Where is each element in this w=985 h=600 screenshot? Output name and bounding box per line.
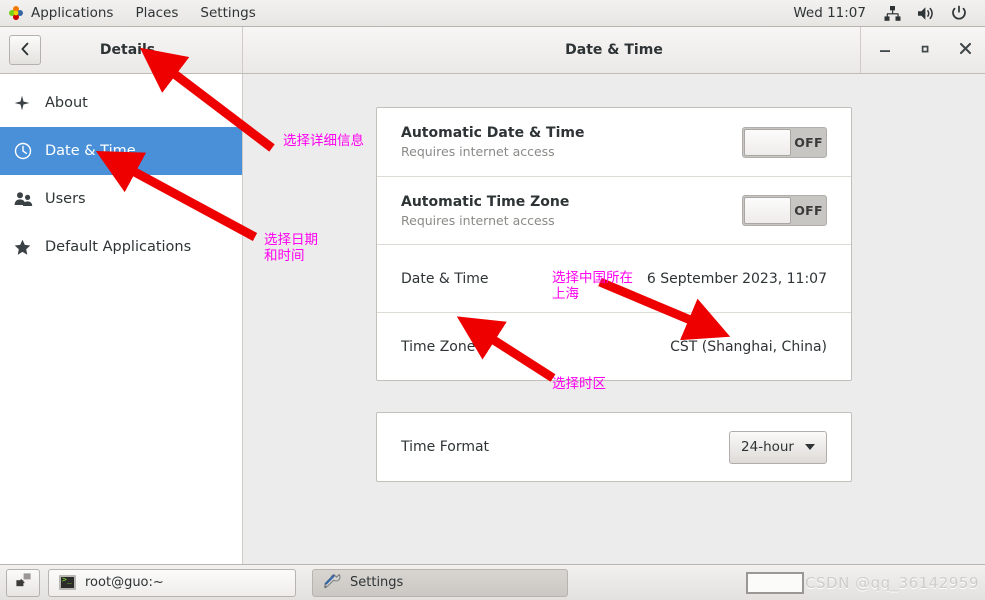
window-controls (860, 27, 985, 73)
time-format-card: Time Format 24-hour (376, 412, 852, 482)
users-icon (14, 191, 40, 207)
row-automatic-time-zone-texts: Automatic Time Zone Requires internet ac… (401, 194, 569, 228)
row-time-zone[interactable]: Time Zone CST (Shanghai, China) (377, 312, 851, 380)
top-panel-status-area: Wed 11:07 (783, 0, 985, 26)
star-icon (14, 239, 40, 256)
menu-applications-label: Applications (31, 5, 114, 21)
taskbar-item-terminal[interactable]: root@guo:~ (48, 568, 296, 597)
row-date-time-title: Date & Time (401, 270, 489, 287)
row-time-zone-value: CST (Shanghai, China) (670, 338, 827, 355)
sidebar-item-default-applications[interactable]: Default Applications (0, 223, 242, 271)
minimize-button[interactable] (865, 28, 905, 72)
row-date-time-value: 6 September 2023, 11:07 (646, 270, 827, 287)
row-automatic-date-time[interactable]: Automatic Date & Time Requires internet … (377, 108, 851, 176)
minimize-icon (878, 41, 892, 60)
clock-label[interactable]: Wed 11:07 (783, 5, 876, 21)
sidebar-item-users[interactable]: Users (0, 175, 242, 223)
toggle-automatic-time-zone-state: OFF (794, 203, 823, 218)
toggle-knob (744, 128, 791, 156)
watermark-text: CSDN @qq_36142959 (805, 573, 979, 592)
taskbar: root@guo:~ Settings CSDN @qq_36142959 (0, 564, 985, 600)
tools-icon (323, 572, 341, 593)
menu-settings-label: Settings (200, 5, 256, 21)
back-button[interactable] (9, 35, 41, 65)
menu-applications[interactable]: Applications (20, 0, 124, 26)
toggle-knob (744, 197, 791, 224)
chevron-left-icon (20, 41, 30, 60)
row-automatic-date-time-title: Automatic Date & Time (401, 125, 585, 141)
row-automatic-time-zone-subtitle: Requires internet access (401, 212, 555, 228)
page-title-details: Details (99, 42, 156, 58)
maximize-icon (918, 41, 932, 60)
row-automatic-date-time-subtitle: Requires internet access (401, 144, 555, 159)
terminal-icon (59, 575, 76, 590)
window-titlebar: Details Date & Time (0, 27, 985, 74)
sidebar-item-default-applications-label: Default Applications (45, 239, 192, 255)
toggle-automatic-date-time-state: OFF (794, 134, 823, 150)
show-desktop-button[interactable] (6, 568, 40, 597)
volume-icon[interactable] (909, 6, 943, 21)
row-time-format[interactable]: Time Format 24-hour (377, 413, 851, 481)
sidebar-item-date-time-label: Date & Time (45, 143, 136, 159)
menu-places[interactable]: Places (124, 0, 189, 26)
sidebar-item-about-label: About (45, 95, 88, 111)
sidebar-item-about[interactable]: About (0, 79, 242, 127)
row-automatic-time-zone-title: Automatic Time Zone (401, 193, 570, 210)
maximize-button[interactable] (905, 28, 945, 72)
toggle-automatic-date-time[interactable]: OFF (742, 126, 827, 158)
show-desktop-icon (15, 572, 32, 593)
taskbar-item-settings-label: Settings (350, 575, 404, 590)
taskbar-item-terminal-label: root@guo:~ (85, 575, 164, 590)
time-format-dropdown-value: 24-hour (741, 439, 794, 455)
row-automatic-date-time-texts: Automatic Date & Time Requires internet … (401, 125, 584, 159)
sidebar-item-users-label: Users (45, 191, 86, 207)
top-panel: Applications Places Settings Wed 11:07 (0, 0, 985, 27)
screen-root: Applications Places Settings Wed 11:07 D… (0, 0, 985, 600)
watermark: CSDN @qq_36142959 (746, 571, 979, 594)
close-icon (958, 41, 973, 60)
row-automatic-time-zone[interactable]: Automatic Time Zone Requires internet ac… (377, 176, 851, 244)
settings-sidebar: About Date & Time Users Default Applicat… (0, 74, 243, 564)
chevron-down-icon (805, 444, 815, 450)
close-button[interactable] (945, 28, 985, 72)
menu-settings[interactable]: Settings (189, 0, 266, 26)
date-time-card: Automatic Date & Time Requires internet … (376, 107, 852, 381)
power-icon[interactable] (943, 5, 975, 21)
row-time-zone-title: Time Zone (401, 338, 476, 355)
taskbar-item-settings[interactable]: Settings (312, 568, 568, 597)
sidebar-item-date-time[interactable]: Date & Time (0, 127, 242, 175)
menu-places-label: Places (135, 5, 179, 21)
row-time-format-title: Time Format (401, 439, 490, 455)
sparkle-icon (14, 95, 40, 111)
top-panel-menus: Applications Places Settings (0, 0, 267, 26)
titlebar-main-section: Date & Time (243, 27, 985, 73)
time-format-dropdown[interactable]: 24-hour (729, 430, 827, 464)
watermark-box (746, 571, 805, 594)
window-body: About Date & Time Users Default Applicat… (0, 74, 985, 564)
settings-content: Automatic Date & Time Requires internet … (243, 74, 985, 564)
row-date-time[interactable]: Date & Time 6 September 2023, 11:07 (377, 244, 851, 312)
titlebar-sidebar-section: Details (0, 27, 243, 73)
settings-window: Details Date & Time About Date & Time Us… (0, 27, 985, 564)
network-icon[interactable] (876, 5, 909, 21)
toggle-automatic-time-zone[interactable]: OFF (742, 195, 827, 226)
clock-icon (14, 142, 40, 160)
